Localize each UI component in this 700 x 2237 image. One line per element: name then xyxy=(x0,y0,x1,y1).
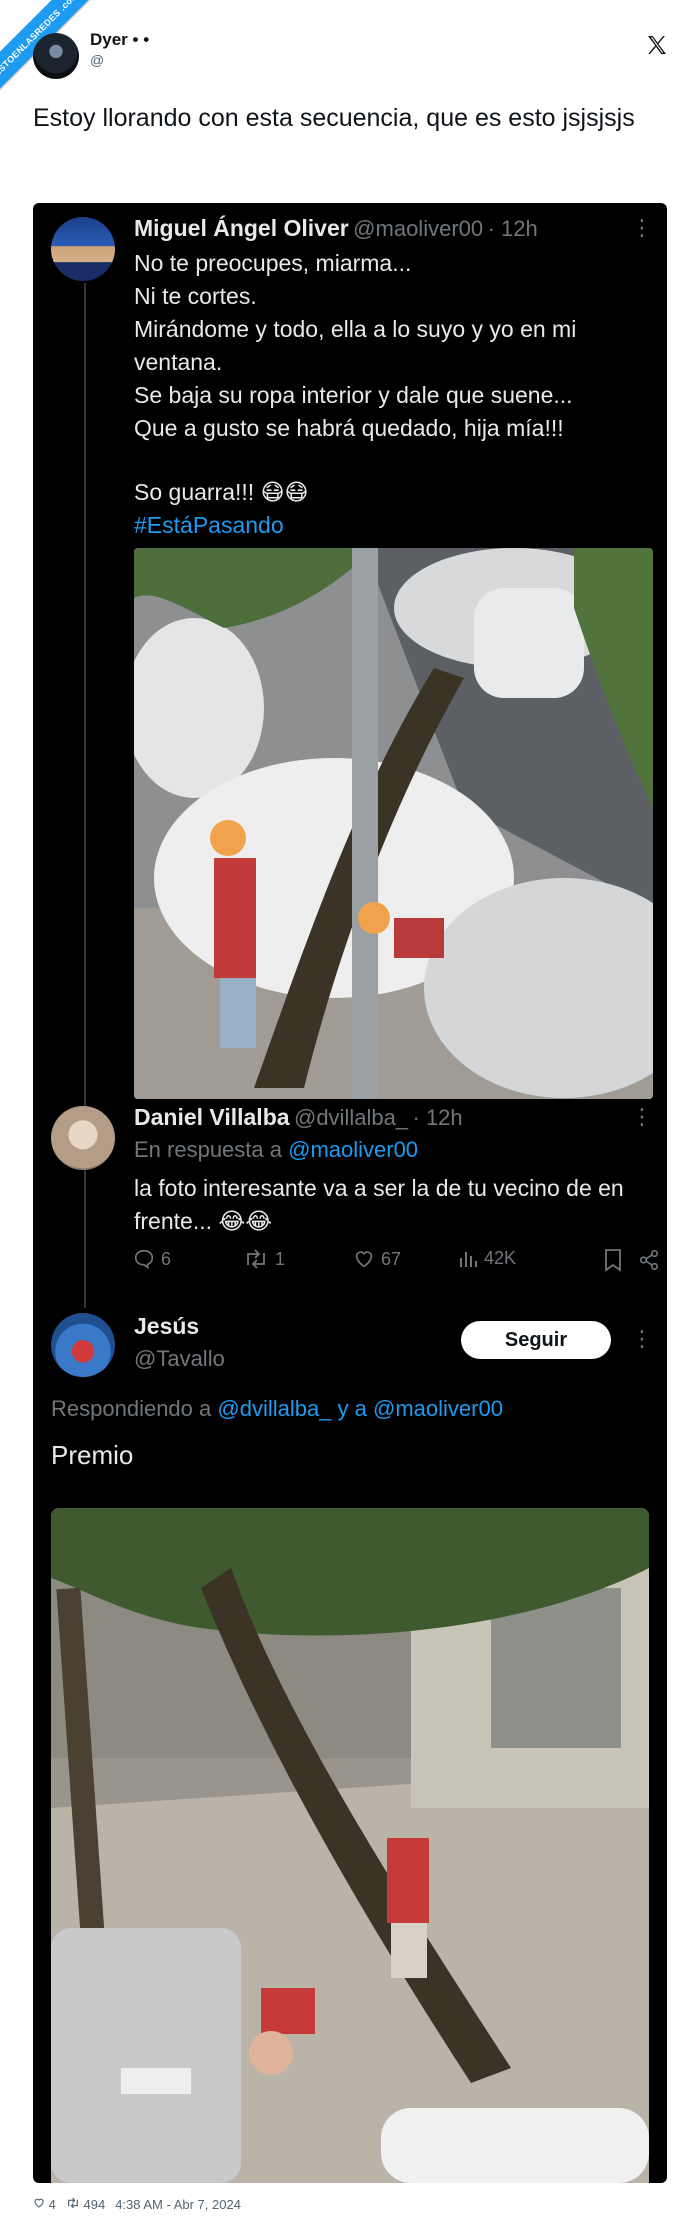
reply-prefix: En respuesta a xyxy=(134,1137,282,1162)
tweet1-photo[interactable] xyxy=(134,548,653,1099)
tweet2-name[interactable]: Daniel Villalba xyxy=(134,1104,290,1130)
avatar-daniel[interactable] xyxy=(51,1106,115,1170)
tweet1-name[interactable]: Miguel Ángel Oliver xyxy=(134,215,349,241)
footer-retweet[interactable]: 494 xyxy=(66,2197,105,2212)
tweet2-text: la foto interesante va a ser la de tu ve… xyxy=(134,1175,624,1234)
tweet1-text-2: So guarra!!! 😷😷 xyxy=(134,479,309,505)
x-logo-icon[interactable] xyxy=(645,33,669,57)
reply-icon xyxy=(134,1249,154,1270)
tweet3-handle[interactable]: @Tavallo xyxy=(134,1346,225,1372)
tweet2-handle[interactable]: @dvillalba_ xyxy=(294,1105,408,1130)
retweet-count: 494 xyxy=(83,2197,106,2212)
views-button[interactable]: 42K xyxy=(458,1248,516,1269)
tweet3-text: Premio xyxy=(51,1440,134,1470)
like-count: 4 xyxy=(48,2197,56,2212)
like-count: 67 xyxy=(381,1248,402,1269)
retweet-icon xyxy=(67,2197,78,2209)
footer-like[interactable]: 4 xyxy=(33,2197,56,2212)
author-handle[interactable]: @ xyxy=(90,52,104,68)
follow-button[interactable]: Seguir xyxy=(461,1321,611,1359)
timestamp[interactable]: 4:38 AM - Abr 7, 2024 xyxy=(115,2197,241,2212)
replying-prefix: Respondiendo a xyxy=(51,1396,212,1421)
street-photo-illustration xyxy=(134,548,653,1099)
views-icon xyxy=(460,1251,477,1267)
embedded-screenshot: Miguel Ángel Oliver @maoliver00 · 12h ⋮ … xyxy=(33,203,667,2183)
replying-mentions[interactable]: @dvillalba_ y a @maoliver00 xyxy=(217,1396,503,1421)
author-name[interactable]: Dyer • • xyxy=(90,30,149,50)
reply-mention[interactable]: @maoliver00 xyxy=(288,1137,418,1162)
more-icon[interactable]: ⋮ xyxy=(631,215,653,241)
avatar-miguel[interactable] xyxy=(51,217,115,281)
tweet2-header: Daniel Villalba @dvillalba_ · 12h xyxy=(134,1104,463,1131)
tweet1-text: No te preocupes, miarma... Ni te cortes.… xyxy=(134,250,577,441)
reply-count: 6 xyxy=(161,1248,172,1269)
tweet3-photo[interactable] xyxy=(51,1508,649,2183)
heart-icon xyxy=(34,2198,44,2208)
replying-context: Respondiendo a @dvillalba_ y a @maoliver… xyxy=(51,1396,503,1422)
tweet-text: Estoy llorando con esta secuencia, que e… xyxy=(33,104,635,132)
retweet-button[interactable]: 1 xyxy=(243,1248,285,1270)
more-icon[interactable]: ⋮ xyxy=(631,1326,653,1352)
tweet2-time: · 12h xyxy=(412,1105,463,1130)
tweet1-time: · 12h xyxy=(487,216,538,241)
share-icon[interactable] xyxy=(638,1249,660,1271)
reply-button[interactable]: 6 xyxy=(133,1248,171,1270)
tweet-footer: 4 494 4:38 AM - Abr 7, 2024 xyxy=(33,2197,241,2212)
tweet1-hashtag[interactable]: #EstáPasando xyxy=(134,509,284,542)
sidewalk-photo-illustration xyxy=(51,1508,649,2183)
retweet-count: 1 xyxy=(275,1248,286,1269)
retweet-icon xyxy=(247,1249,265,1269)
avatar-jesus[interactable] xyxy=(51,1313,115,1377)
more-icon[interactable]: ⋮ xyxy=(631,1104,653,1130)
tweet3-name[interactable]: Jesús xyxy=(134,1313,199,1340)
reply-context: En respuesta a @maoliver00 xyxy=(134,1137,418,1163)
tweet2-actions: 6 1 67 42K xyxy=(133,1248,659,1278)
tweet1-handle[interactable]: @maoliver00 xyxy=(353,216,483,241)
author-avatar[interactable] xyxy=(33,33,79,79)
tweet1-header: Miguel Ángel Oliver @maoliver00 · 12h xyxy=(134,215,538,242)
like-button[interactable]: 67 xyxy=(353,1248,401,1270)
heart-icon xyxy=(355,1251,373,1268)
bookmark-icon[interactable] xyxy=(603,1248,623,1272)
views-count: 42K xyxy=(484,1248,517,1268)
